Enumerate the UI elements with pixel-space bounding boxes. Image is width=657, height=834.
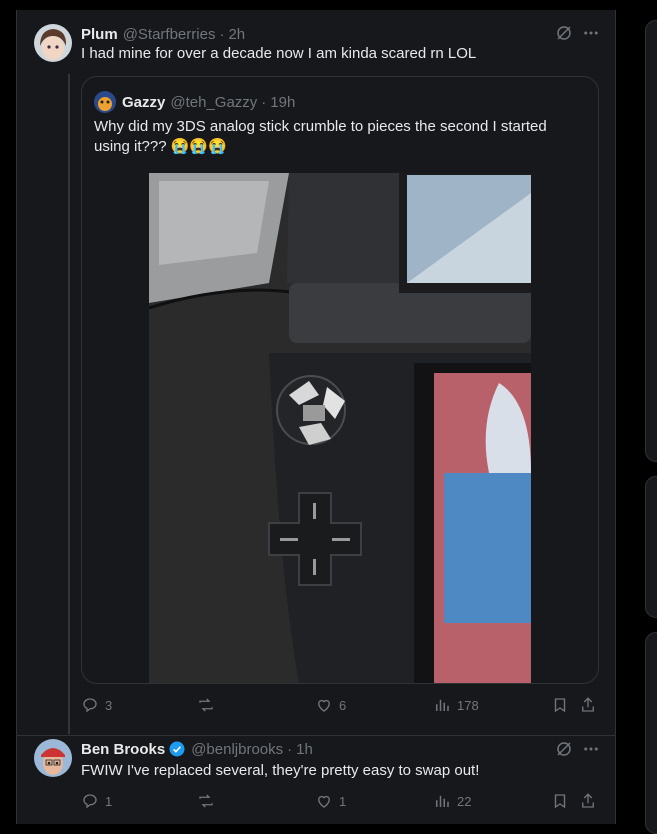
author-name[interactable]: Plum — [81, 26, 118, 43]
quote-text: Why did my 3DS analog stick crumble to p… — [94, 118, 547, 155]
sidebar-card — [645, 476, 657, 618]
bookmark-button[interactable] — [551, 696, 569, 714]
like-icon — [318, 795, 330, 808]
grok-icon[interactable] — [553, 22, 575, 44]
timeline-column: Plum @Starfberries · 2h I had mine for o… — [16, 10, 616, 824]
reply-count: 3 — [105, 697, 113, 713]
views-button[interactable]: 22 — [433, 792, 471, 810]
quote-avatar — [94, 91, 116, 113]
verified-badge-icon — [168, 740, 186, 758]
bookmark-icon — [554, 794, 566, 809]
like-icon — [318, 699, 330, 712]
share-icon — [582, 697, 594, 712]
view-count: 22 — [457, 793, 472, 809]
quote-author-handle: @teh_Gazzy — [170, 93, 258, 111]
more-icon[interactable] — [579, 738, 603, 760]
like-button[interactable]: 1 — [315, 792, 346, 810]
like-button[interactable]: 6 — [315, 696, 346, 714]
views-icon — [436, 699, 449, 711]
repost-button[interactable] — [197, 792, 221, 810]
post-header: Ben Brooks @benljbrooks · 1h — [81, 739, 313, 759]
bookmark-button[interactable] — [551, 792, 569, 810]
sidebar-card — [645, 632, 657, 834]
separator: · — [287, 740, 293, 758]
post-time[interactable]: 2h — [228, 26, 245, 43]
views-icon — [436, 795, 449, 807]
quoted-post[interactable]: Gazzy @teh_Gazzy · 19h Why did my 3DS an… — [81, 76, 599, 684]
repost-icon — [199, 794, 213, 808]
grok-icon[interactable] — [553, 738, 575, 760]
like-count: 6 — [339, 697, 347, 713]
post-actions: 3 6 178 — [81, 696, 601, 718]
post-time[interactable]: 1h — [296, 741, 313, 758]
avatar[interactable] — [34, 24, 72, 62]
quote-author-name: Gazzy — [122, 93, 166, 111]
reply-button[interactable]: 3 — [81, 696, 112, 714]
author-handle[interactable]: @benljbrooks — [191, 741, 283, 758]
separator: · — [261, 93, 267, 111]
author-handle[interactable]: @Starfberries — [123, 26, 216, 43]
repost-icon — [199, 698, 213, 712]
bookmark-icon — [554, 698, 566, 713]
repost-button[interactable] — [197, 696, 221, 714]
like-count: 1 — [339, 793, 347, 809]
separator: · — [219, 25, 225, 43]
more-icon[interactable] — [579, 22, 603, 44]
reply-icon — [83, 698, 97, 713]
reply-icon — [83, 794, 97, 809]
post-divider — [17, 735, 615, 736]
post-text: FWIW I've replaced several, they're pret… — [81, 762, 480, 779]
post-header: Plum @Starfberries · 2h — [81, 24, 245, 44]
quote-photo[interactable] — [149, 173, 531, 683]
share-button[interactable] — [579, 696, 597, 714]
author-name[interactable]: Ben Brooks — [81, 741, 165, 758]
reply-count: 1 — [105, 793, 113, 809]
share-button[interactable] — [579, 792, 597, 810]
sidebar-card — [645, 20, 657, 462]
quote-time: 19h — [270, 93, 296, 111]
view-count: 178 — [457, 697, 479, 713]
avatar[interactable] — [34, 739, 72, 777]
post-actions: 1 1 22 — [81, 792, 601, 814]
share-icon — [582, 793, 594, 808]
reply-button[interactable]: 1 — [81, 792, 112, 810]
quote-header: Gazzy @teh_Gazzy · 19h — [122, 92, 295, 112]
thread-line — [68, 74, 70, 734]
views-button[interactable]: 178 — [433, 696, 479, 714]
post-text: I had mine for over a decade now I am ki… — [81, 45, 477, 62]
